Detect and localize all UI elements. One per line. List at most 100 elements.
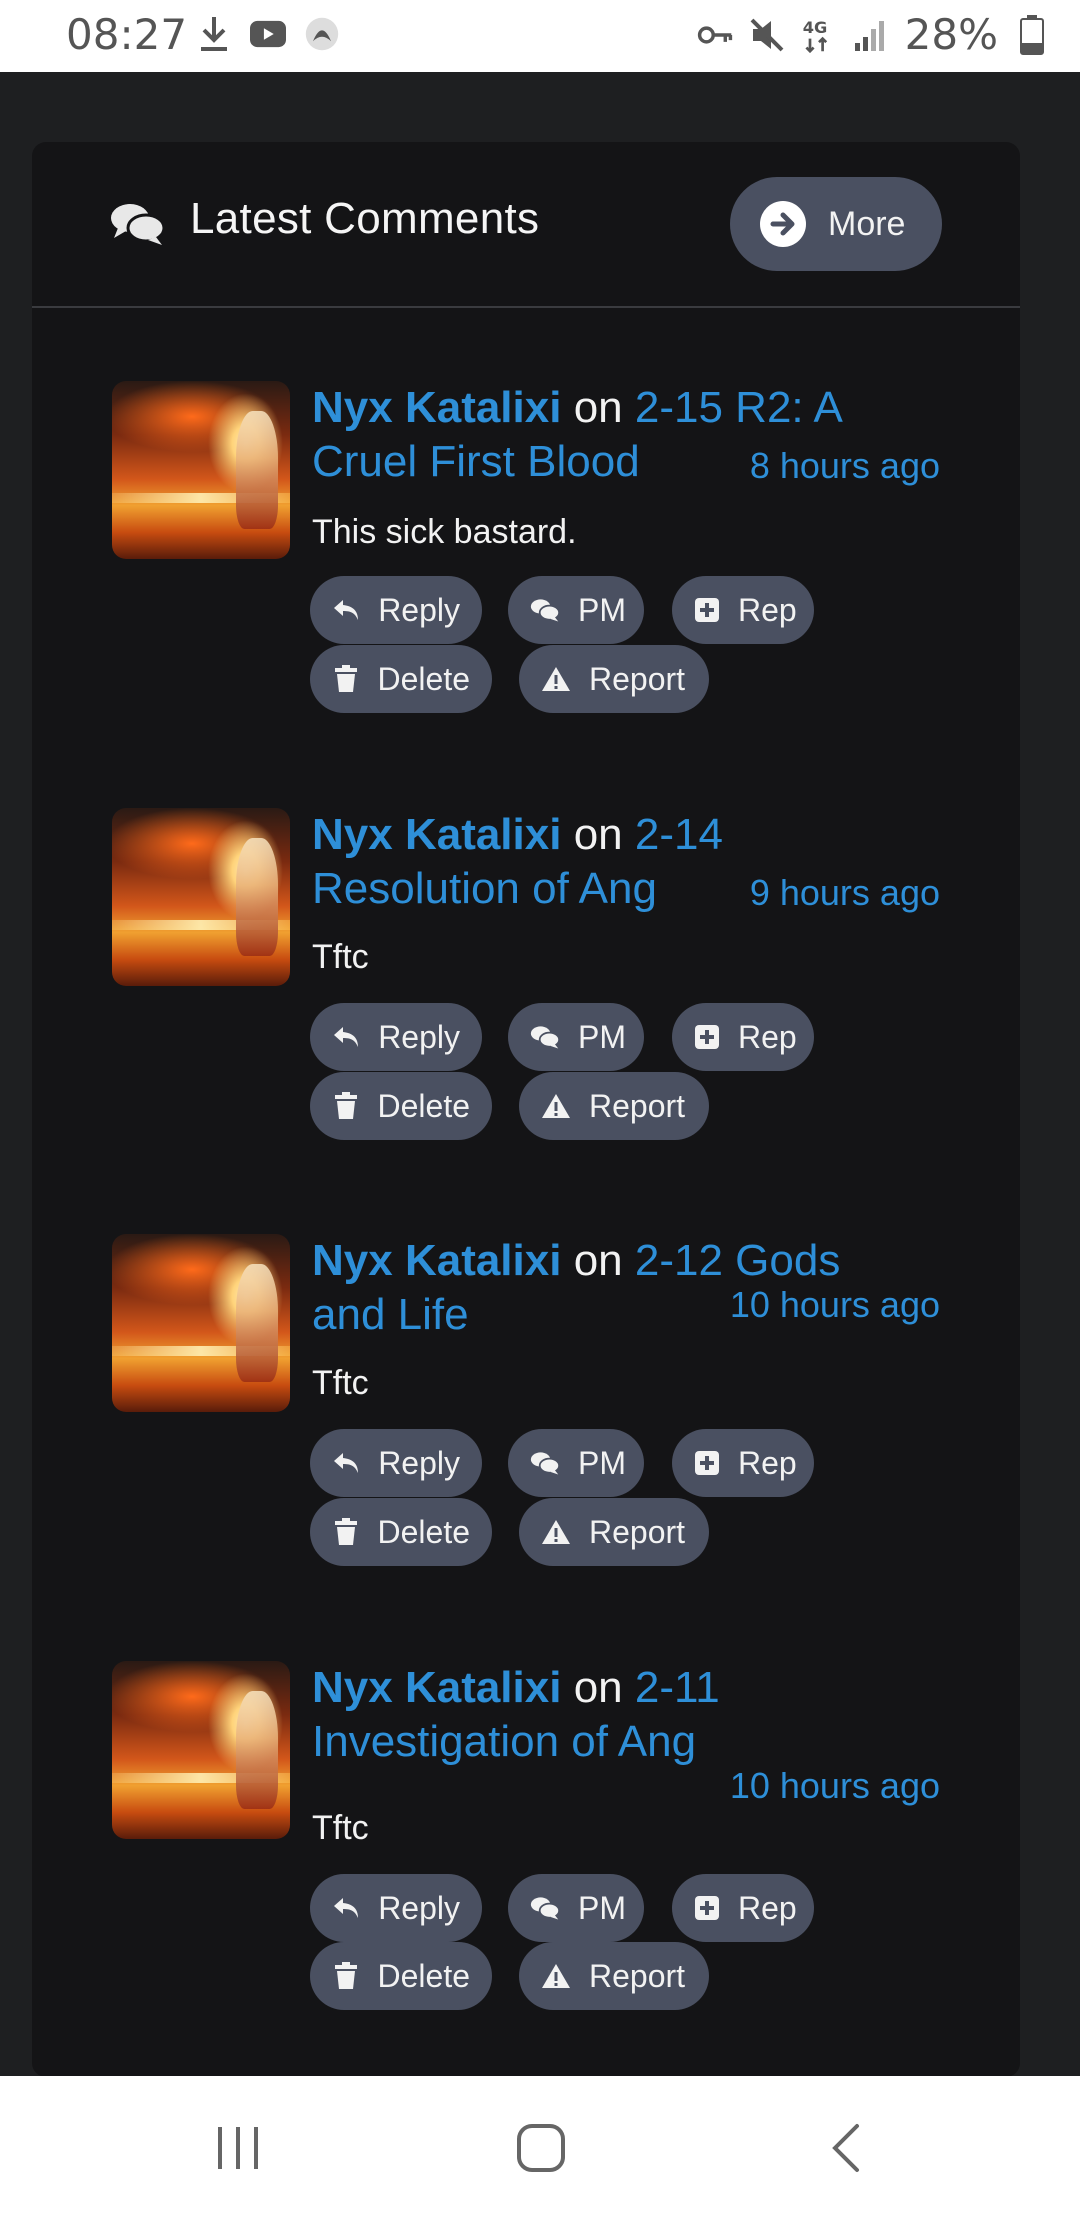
report-button[interactable]: Report (519, 645, 709, 713)
chapter-link-continued[interactable]: Investigation of Ang (312, 1717, 696, 1766)
comment-body: Tftc (312, 1809, 369, 1847)
plus-square-icon (694, 1448, 720, 1478)
reply-button[interactable]: Reply (310, 576, 482, 644)
status-bar: 08:27 4G 28% (0, 0, 1080, 72)
pm-label: PM (578, 1889, 626, 1926)
chapter-link[interactable]: 2-15 R2: A (635, 383, 843, 432)
rep-button[interactable]: Rep (672, 1874, 814, 1942)
rep-label: Rep (738, 1018, 797, 1055)
report-label: Report (589, 1957, 686, 1994)
reply-icon (332, 1893, 360, 1923)
timestamp[interactable]: 8 hours ago (750, 445, 940, 487)
reply-icon (332, 1448, 360, 1478)
comment-item: Nyx Katalixi on 2-12 Gods and Life 10 ho… (32, 1234, 1020, 1634)
home-icon[interactable] (511, 2118, 571, 2178)
reply-label: Reply (378, 591, 460, 628)
status-system-icons: 4G 28% (697, 10, 1050, 59)
author-link[interactable]: Nyx Katalixi (312, 810, 561, 859)
on-label: on (573, 383, 623, 432)
rep-button[interactable]: Rep (672, 1429, 814, 1497)
author-link[interactable]: Nyx Katalixi (312, 1663, 561, 1712)
comment-body: Tftc (312, 938, 369, 976)
signal-icon (853, 15, 889, 55)
comment-body: Tftc (312, 1364, 369, 1402)
download-icon (196, 14, 232, 54)
plus-square-icon (694, 1022, 720, 1052)
delete-button[interactable]: Delete (310, 1942, 492, 2010)
delete-label: Delete (377, 1087, 471, 1124)
comments-icon (110, 202, 166, 246)
warning-icon (541, 1517, 571, 1547)
warning-icon (541, 1091, 571, 1121)
user-avatar[interactable] (112, 1234, 290, 1412)
author-link[interactable]: Nyx Katalixi (312, 383, 561, 432)
youtube-icon (250, 14, 286, 54)
report-button[interactable]: Report (519, 1072, 709, 1140)
report-label: Report (589, 660, 686, 697)
network-4g-icon: 4G (801, 15, 837, 55)
recent-apps-icon[interactable] (208, 2118, 268, 2178)
plus-square-icon (694, 595, 720, 625)
pm-label: PM (578, 591, 626, 628)
rep-button[interactable]: Rep (672, 576, 814, 644)
reply-label: Reply (378, 1444, 460, 1481)
rep-button[interactable]: Rep (672, 1003, 814, 1071)
pm-icon (530, 1448, 560, 1478)
chapter-link-continued[interactable]: and Life (312, 1290, 469, 1339)
comment-item: Nyx Katalixi on 2-14 Resolution of Ang 9… (32, 808, 1020, 1208)
trash-icon (332, 1961, 360, 1991)
navigation-bar (0, 2076, 1080, 2220)
comment-item: Nyx Katalixi on 2-11 Investigation of An… (32, 1661, 1020, 2061)
reply-button[interactable]: Reply (310, 1429, 482, 1497)
chapter-link[interactable]: 2-12 Gods (635, 1236, 840, 1285)
pm-button[interactable]: PM (508, 1003, 644, 1071)
status-notification-icons (196, 14, 340, 54)
chapter-link[interactable]: 2-11 (635, 1663, 720, 1712)
delete-label: Delete (377, 1957, 471, 1994)
reply-button[interactable]: Reply (310, 1874, 482, 1942)
chapter-link-continued[interactable]: Resolution of Ang (312, 864, 657, 913)
author-link[interactable]: Nyx Katalixi (312, 1236, 561, 1285)
reply-label: Reply (378, 1889, 460, 1926)
delete-button[interactable]: Delete (310, 645, 492, 713)
user-avatar[interactable] (112, 808, 290, 986)
on-label: on (573, 810, 623, 859)
reply-button[interactable]: Reply (310, 1003, 482, 1071)
warning-icon (541, 664, 571, 694)
on-label: on (573, 1236, 623, 1285)
rep-label: Rep (738, 591, 797, 628)
reply-icon (332, 595, 360, 625)
timestamp[interactable]: 9 hours ago (750, 872, 940, 914)
card-header: Latest Comments More (32, 142, 1020, 308)
more-button[interactable]: More (730, 177, 942, 271)
warning-icon (541, 1961, 571, 1991)
user-avatar[interactable] (112, 1661, 290, 1839)
pm-button[interactable]: PM (508, 1429, 644, 1497)
comment-body: This sick bastard. (312, 513, 577, 551)
on-label: on (573, 1663, 623, 1712)
status-time: 08:27 (66, 10, 188, 59)
latest-comments-card: Latest Comments More Nyx Katalixi on 2-1… (32, 142, 1020, 2077)
rep-label: Rep (738, 1889, 797, 1926)
trash-icon (332, 1091, 360, 1121)
timestamp[interactable]: 10 hours ago (730, 1284, 940, 1326)
report-button[interactable]: Report (519, 1498, 709, 1566)
pm-button[interactable]: PM (508, 1874, 644, 1942)
mute-icon (749, 15, 785, 55)
vpn-key-icon (697, 15, 733, 55)
reply-label: Reply (378, 1018, 460, 1055)
user-avatar[interactable] (112, 381, 290, 559)
delete-button[interactable]: Delete (310, 1072, 492, 1140)
report-button[interactable]: Report (519, 1942, 709, 2010)
pm-button[interactable]: PM (508, 576, 644, 644)
report-label: Report (589, 1513, 686, 1550)
comment-item: Nyx Katalixi on 2-15 R2: A Cruel First B… (32, 381, 1020, 781)
back-icon[interactable] (815, 2118, 875, 2178)
chapter-link-continued[interactable]: Cruel First Blood (312, 437, 640, 486)
reply-icon (332, 1022, 360, 1052)
chapter-link[interactable]: 2-14 (635, 810, 723, 859)
pm-icon (530, 595, 560, 625)
timestamp[interactable]: 10 hours ago (730, 1765, 940, 1807)
card-title: Latest Comments (190, 194, 540, 243)
delete-button[interactable]: Delete (310, 1498, 492, 1566)
